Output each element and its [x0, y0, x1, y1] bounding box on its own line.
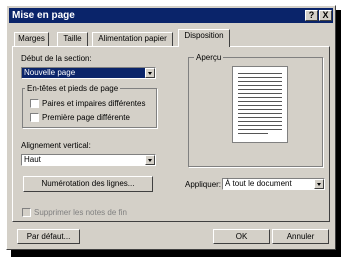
window-title: Mise en page [12, 10, 75, 21]
help-button[interactable]: ? [305, 10, 318, 21]
cancel-button[interactable]: Annuler [272, 229, 329, 244]
suppress-endnotes-checkbox[interactable] [22, 208, 31, 217]
tab-marges[interactable]: Marges [14, 32, 49, 46]
close-button[interactable]: X [319, 10, 332, 21]
suppress-endnotes-label: Supprimer les notes de fin [34, 208, 127, 217]
chevron-down-icon[interactable] [314, 179, 324, 189]
section-start-select[interactable]: Nouvelle page [21, 67, 156, 79]
tab-taille[interactable]: Taille [57, 32, 88, 46]
chevron-down-icon[interactable] [145, 68, 155, 78]
section-start-value: Nouvelle page [24, 68, 76, 77]
vertical-align-select[interactable]: Haut [21, 154, 156, 166]
odd-even-label: Paires et impaires différentes [42, 99, 146, 108]
vertical-align-value: Haut [24, 155, 41, 164]
apply-select[interactable]: À tout le document [222, 178, 325, 190]
apply-label: Appliquer: [185, 180, 222, 189]
first-page-label: Première page différente [42, 113, 130, 122]
default-button[interactable]: Par défaut... [17, 229, 80, 244]
tab-disposition[interactable]: Disposition [178, 29, 230, 47]
tab-alimentation-papier[interactable]: Alimentation papier [92, 32, 173, 46]
ok-button[interactable]: OK [213, 229, 270, 244]
first-page-checkbox[interactable] [30, 113, 39, 122]
odd-even-checkbox[interactable] [30, 99, 39, 108]
apply-value: À tout le document [225, 179, 292, 188]
preview-title: Aperçu [194, 53, 224, 62]
section-start-label: Début de la section: [21, 54, 92, 63]
vertical-align-label: Alignement vertical: [21, 141, 91, 150]
headers-group-title: En-têtes et pieds de page [25, 84, 121, 93]
chevron-down-icon[interactable] [145, 155, 155, 165]
preview-page [232, 66, 288, 143]
line-numbers-button[interactable]: Numérotation des lignes... [23, 176, 153, 192]
